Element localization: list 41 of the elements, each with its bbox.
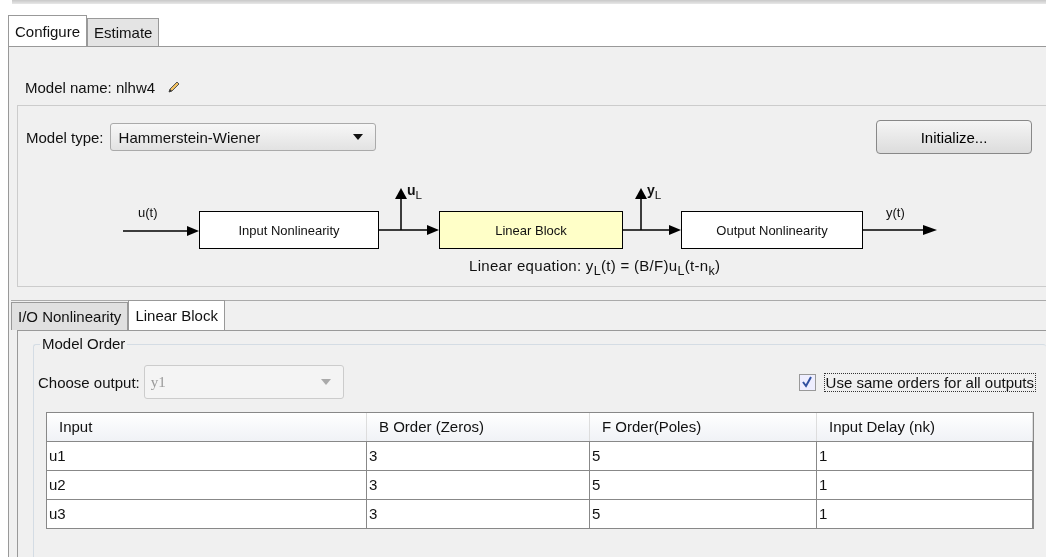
equation-text: Linear equation: y$_{L}$(t) = (B/F)u$_{L}$(t-n$_{k}$) bbox=[469, 257, 721, 278]
arrow bbox=[379, 187, 439, 237]
signal-label: y$_{L}$ bbox=[647, 183, 662, 202]
table-cell[interactable]: u2 bbox=[47, 470, 367, 499]
table-cell[interactable]: u3 bbox=[47, 499, 367, 528]
group-title: Model Order bbox=[40, 335, 128, 352]
table-cell[interactable]: 1 bbox=[817, 441, 1033, 470]
arrow bbox=[623, 187, 681, 237]
column-header[interactable]: Input bbox=[47, 413, 367, 441]
table-cell[interactable]: 5 bbox=[590, 441, 817, 470]
checkbox[interactable] bbox=[798, 373, 816, 391]
diagram-block: Input Nonlinearity bbox=[199, 211, 379, 249]
table-cell[interactable]: 3 bbox=[367, 470, 590, 499]
choose-output-label: Choose output: bbox=[38, 373, 140, 391]
table-cell[interactable]: u1 bbox=[47, 441, 367, 470]
table-cell[interactable]: 5 bbox=[590, 499, 817, 528]
checkbox-label[interactable]: Use same orders for all outputs bbox=[823, 372, 1036, 392]
model-type-dropdown[interactable]: Hammerstein-Wiener bbox=[109, 123, 376, 151]
model-type-label: Model type: bbox=[26, 128, 104, 146]
table-cell[interactable]: 5 bbox=[590, 470, 817, 499]
signal-label: u$_{L}$ bbox=[407, 183, 423, 202]
table-cell[interactable]: 3 bbox=[367, 441, 590, 470]
model-name-label: Model name: nlhw4 bbox=[25, 78, 156, 96]
column-header[interactable]: F Order(Poles) bbox=[590, 413, 817, 441]
diagram-block: Linear Block bbox=[439, 211, 623, 249]
tab[interactable]: I/O Nonlinearity bbox=[11, 302, 129, 330]
table-cell[interactable]: 3 bbox=[367, 499, 590, 528]
tab[interactable]: Linear Block bbox=[128, 300, 225, 330]
table-cell[interactable]: 1 bbox=[817, 499, 1033, 528]
pencil-icon[interactable] bbox=[167, 80, 182, 94]
diagram-block: Output Nonlinearity bbox=[681, 211, 863, 249]
tab[interactable]: Estimate bbox=[87, 18, 160, 46]
caret-icon bbox=[320, 379, 331, 385]
signal-label: u(t) bbox=[138, 206, 158, 220]
initialize-button[interactable]: Initialize... bbox=[876, 120, 1032, 154]
caret-icon bbox=[352, 134, 363, 140]
column-header[interactable]: B Order (Zeros) bbox=[367, 413, 590, 441]
signal-label: y(t) bbox=[886, 206, 905, 220]
table-cell[interactable]: 1 bbox=[817, 470, 1033, 499]
column-header[interactable]: Input Delay (nk) bbox=[817, 413, 1033, 441]
tab[interactable]: Configure bbox=[8, 15, 88, 46]
